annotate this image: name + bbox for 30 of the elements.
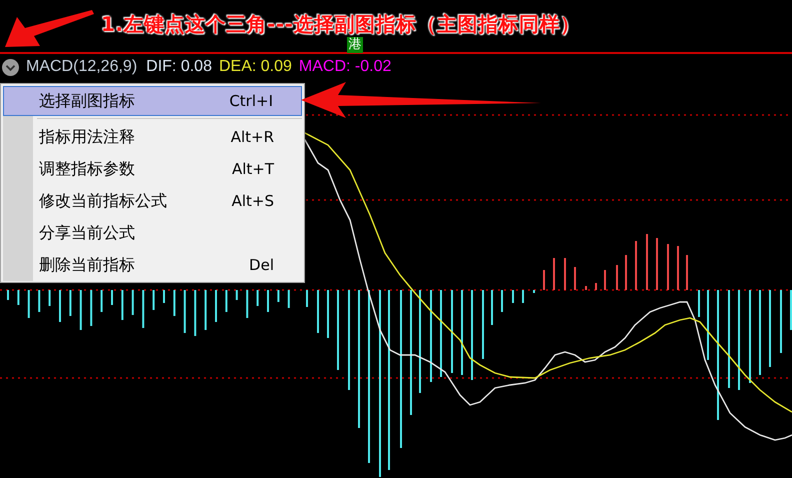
histogram-bar [194,290,196,336]
annotation-text: 1.左键点这个三角---选择副图指标（主图指标同样） [101,10,580,37]
market-badge: 港 [347,37,363,53]
histogram-bar [204,290,207,330]
histogram-bar [277,290,280,302]
indicator-value: DIF: 0.08 [146,58,212,76]
histogram-bar [132,290,134,315]
histogram-bar [48,290,51,306]
histogram-bar [17,290,20,305]
menu-item[interactable]: 选择副图指标 Ctrl+I [3,86,302,116]
histogram-bar [246,290,248,318]
histogram-bar [184,290,186,333]
histogram-bar [38,290,40,312]
histogram-bar [173,290,176,316]
histogram-bar [236,290,238,300]
histogram-bar [225,290,228,312]
histogram-bar [28,290,30,318]
histogram-bar [80,290,82,330]
histogram-bar [90,290,92,326]
chevron-down-icon[interactable] [2,58,19,76]
histogram-bar [121,290,124,320]
histogram-bar [100,290,103,312]
histogram-bar [152,290,155,310]
histogram-bar [69,290,72,316]
histogram-bar [256,290,259,306]
histogram-bar [288,290,290,308]
indicator-value: MACD: -0.02 [298,58,392,76]
indicator-value: DEA: 0.09 [218,58,292,76]
histogram-bar [142,290,144,328]
indicator-name: MACD(12,26,9) [26,58,138,76]
